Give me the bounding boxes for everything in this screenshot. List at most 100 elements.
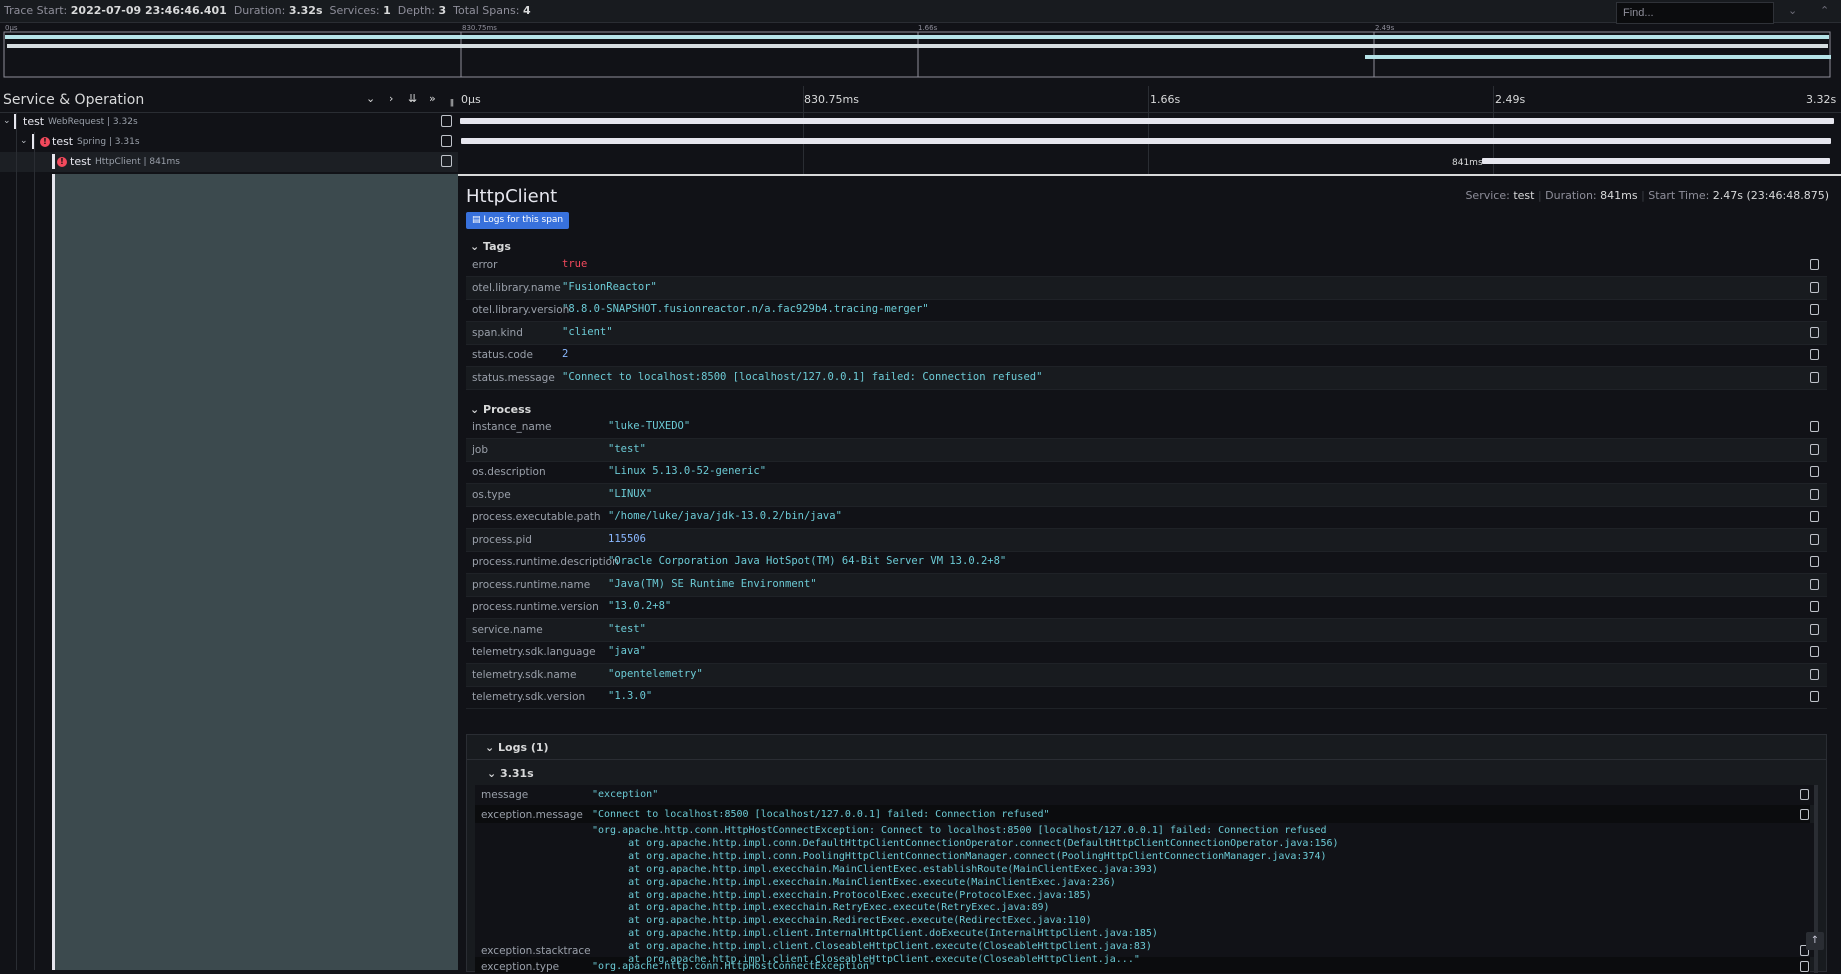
prev-match-icon[interactable]: ⌃ [1820, 4, 1829, 17]
copy-icon[interactable] [1810, 304, 1819, 315]
kv-key: status.message [472, 371, 555, 384]
span-bar[interactable] [461, 138, 1832, 144]
copy-icon[interactable] [1800, 961, 1809, 972]
copy-icon[interactable] [1810, 691, 1819, 702]
logs-button-label: Logs for this span [483, 215, 564, 225]
copy-icon[interactable] [1810, 556, 1819, 567]
kv-row: telemetry.sdk.language "java" [466, 641, 1827, 664]
copy-icon[interactable] [1810, 349, 1819, 360]
timeline-panel: 0μs 830.75ms 1.66s 2.49s 3.32s 841ms Htt… [458, 86, 1841, 973]
tree-guide [16, 112, 17, 970]
logs-for-span-button[interactable]: ▤ Logs for this span [466, 212, 570, 229]
kv-value: 2 [562, 348, 569, 360]
span-bar[interactable] [460, 118, 1834, 124]
kv-value: "test" [608, 622, 646, 635]
kv-row: otel.library.name "FusionReactor" [466, 276, 1827, 300]
collapse-all-icon[interactable]: ⇊ [408, 92, 417, 105]
kv-value: "opentelemetry" [608, 667, 703, 680]
copy-icon[interactable] [1810, 259, 1819, 270]
span-bar[interactable] [1482, 158, 1831, 164]
view-span-icon[interactable] [441, 135, 452, 147]
kv-key: process.executable.path [472, 511, 601, 523]
kv-key: otel.library.name [472, 281, 561, 294]
copy-icon[interactable] [1810, 511, 1819, 522]
span-duration-label: 841ms [1452, 158, 1483, 168]
copy-icon[interactable] [1810, 533, 1819, 545]
kv-value: "1.3.0" [608, 690, 653, 702]
copy-icon[interactable] [1810, 578, 1819, 590]
copy-icon[interactable] [1810, 668, 1819, 680]
copy-icon[interactable] [1810, 371, 1819, 383]
copy-icon[interactable] [1810, 601, 1819, 612]
log-time: 3.31s [500, 767, 534, 780]
chevron-down-icon[interactable]: ⌄ [3, 116, 11, 126]
copy-icon[interactable] [1800, 789, 1809, 800]
copy-icon[interactable] [1810, 281, 1819, 293]
kv-value: "client" [562, 325, 613, 338]
scroll-to-top-icon[interactable]: ↑ [1806, 932, 1824, 950]
span-meta: Service: test | Duration: 841ms | Start … [1465, 189, 1829, 202]
chevron-down-icon: ⌄ [470, 240, 484, 253]
kv-key: instance_name [472, 421, 552, 433]
kv-value: "13.0.2+8" [608, 600, 672, 612]
kv-value: true [562, 258, 588, 270]
span-row-selected[interactable]: ! test HttpClient | 841ms [0, 152, 458, 172]
timeline-header: 0μs 830.75ms 1.66s 2.49s 3.32s [458, 86, 1841, 113]
duration-value: 3.32s [288, 4, 323, 17]
expand-one-icon[interactable]: › [389, 92, 393, 105]
collapse-one-icon[interactable]: ⌄ [366, 92, 375, 105]
service-operation-panel: Service & Operation ⌄ › ⇊ » ǁ ⌄ test Web… [0, 86, 458, 970]
process-section-toggle[interactable]: ⌄ Process [470, 403, 531, 416]
kv-value: "8.8.0-SNAPSHOT.fusionreactor.n/a.fac929… [562, 303, 929, 315]
find-input[interactable] [1616, 2, 1774, 24]
next-match-icon[interactable]: ⌄ [1788, 4, 1797, 17]
minimap-canvas [3, 31, 1831, 78]
copy-icon[interactable] [1800, 809, 1809, 820]
minimap-span [1365, 55, 1831, 59]
start-time-value: 2.47s (23:46:48.875) [1712, 189, 1829, 202]
tags-section-toggle[interactable]: ⌄ Tags [470, 240, 511, 253]
chevron-down-icon: ⌄ [485, 741, 499, 754]
timeline-tick: 1.66s [1150, 93, 1181, 106]
process-title: Process [483, 403, 532, 416]
kv-key: status.code [472, 349, 533, 361]
log-entry-toggle[interactable]: ⌄ 3.31s [487, 767, 534, 780]
minimap-span [5, 35, 1829, 39]
kv-value: "LINUX" [608, 487, 653, 500]
operation-name: Spring | 3.31s [77, 137, 140, 147]
trace-minimap[interactable]: 0μs 830.75ms 1.66s 2.49s [3, 24, 1831, 78]
timeline-tick: 830.75ms [804, 93, 859, 106]
kv-key: telemetry.sdk.language [472, 646, 596, 658]
span-row[interactable]: ⌄ ! test Spring | 3.31s [0, 132, 458, 152]
timeline-tick: 2.49s [1495, 93, 1526, 106]
chevron-down-icon[interactable]: ⌄ [20, 136, 28, 146]
kv-key: span.kind [472, 326, 523, 339]
kv-row: os.description "Linux 5.13.0-52-generic" [466, 461, 1827, 484]
kv-value: "Java(TM) SE Runtime Environment" [608, 577, 817, 590]
log-field-row: exception.message "Connect to localhost:… [475, 805, 1817, 823]
kv-key: os.description [472, 466, 546, 478]
view-span-icon[interactable] [441, 155, 452, 167]
copy-icon[interactable] [1810, 443, 1819, 455]
kv-row: process.runtime.version "13.0.2+8" [466, 596, 1827, 619]
duration-label: Duration: [233, 4, 286, 17]
kv-row: telemetry.sdk.name "opentelemetry" [466, 663, 1827, 687]
copy-icon[interactable] [1810, 326, 1819, 338]
copy-icon[interactable] [1810, 488, 1819, 500]
expand-all-icon[interactable]: » [429, 92, 436, 105]
copy-icon[interactable] [1810, 421, 1819, 432]
copy-icon[interactable] [1810, 466, 1819, 477]
kv-key: process.runtime.version [472, 601, 599, 613]
view-span-icon[interactable] [441, 115, 452, 127]
copy-icon[interactable] [1810, 646, 1819, 657]
minimap-span [7, 44, 1828, 48]
logs-section: ⌄ Logs (1) ⌄ 3.31s message "exception" e… [466, 734, 1827, 973]
chevron-down-icon: ⌄ [487, 767, 501, 780]
logs-section-toggle[interactable]: ⌄ Logs (1) [485, 741, 549, 754]
kv-row: os.type "LINUX" [466, 483, 1827, 507]
copy-icon[interactable] [1810, 623, 1819, 635]
span-row[interactable]: ⌄ test WebRequest | 3.32s [0, 112, 458, 132]
tree-guide [34, 132, 35, 970]
kv-row: job "test" [466, 438, 1827, 462]
resize-handle-icon[interactable]: ǁ [450, 98, 454, 107]
